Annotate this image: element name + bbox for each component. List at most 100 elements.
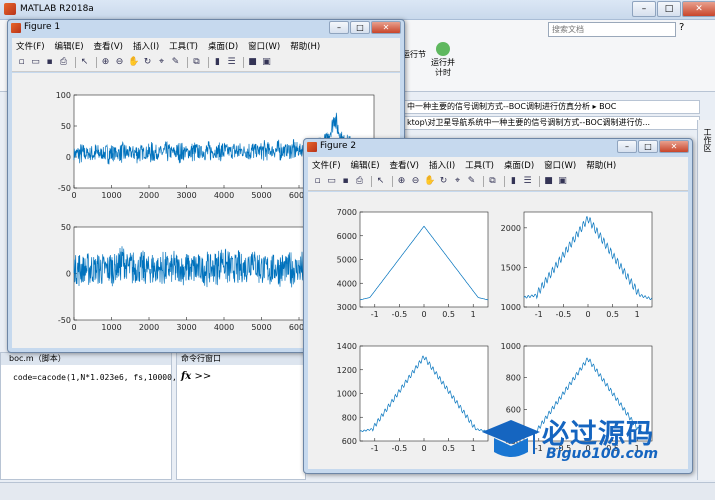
editor-code-line[interactable]: code=cacode(1,N*1.023e6, fs,10000,0); <box>1 365 191 390</box>
editor-tab[interactable]: boc.m（脚本） <box>1 353 171 365</box>
link-plot-icon[interactable]: ⧉ <box>487 176 498 187</box>
figure2-toolbar: ▫ ▭ ▪ ⎙ ↖ ⊕ ⊖ ✋ ↻ ⌖ ✎ ⧉ ▮ ☰ ■ ▣ <box>308 173 688 191</box>
colorbar-icon[interactable]: ▮ <box>212 57 223 68</box>
data-cursor-icon[interactable]: ⌖ <box>156 57 167 68</box>
run-section-label: 运行节 <box>402 50 426 59</box>
minimize-button[interactable]: – <box>632 1 656 17</box>
zoom-in-icon[interactable]: ⊕ <box>100 57 111 68</box>
menu-window[interactable]: 窗口(W) <box>544 159 576 171</box>
pointer-icon[interactable]: ↖ <box>79 57 90 68</box>
zoom-out-icon[interactable]: ⊖ <box>114 57 125 68</box>
menu-window[interactable]: 窗口(W) <box>248 40 280 52</box>
rotate-icon[interactable]: ↻ <box>438 176 449 187</box>
run-and-time-label: 运行并 计时 <box>431 58 455 77</box>
close-button[interactable]: ✕ <box>682 1 715 17</box>
save-icon[interactable]: ▪ <box>340 176 351 187</box>
command-window[interactable]: 命令行窗口 fx >> <box>176 352 306 480</box>
axes-box-5 <box>359 345 489 442</box>
x-tick-label: 2000 <box>139 191 159 200</box>
zoom-in-icon[interactable]: ⊕ <box>396 176 407 187</box>
figure2-minimize-button[interactable]: – <box>617 140 637 153</box>
figure1-close-button[interactable]: ✕ <box>371 21 401 34</box>
search-input[interactable]: 搜索文档 <box>548 22 676 37</box>
print-icon[interactable]: ⎙ <box>58 57 69 68</box>
menu-tools[interactable]: 工具(T) <box>169 40 198 52</box>
menu-help[interactable]: 帮助(H) <box>290 40 320 52</box>
x-tick-label: -0.5 <box>556 310 572 319</box>
x-tick-label: -0.5 <box>392 310 408 319</box>
pan-icon[interactable]: ✋ <box>128 57 139 68</box>
new-file-icon[interactable]: ▫ <box>16 57 27 68</box>
colorbar-icon[interactable]: ▮ <box>508 176 519 187</box>
brush-icon[interactable]: ✎ <box>170 57 181 68</box>
menu-view[interactable]: 查看(V) <box>390 159 419 171</box>
help-icon[interactable]: ? <box>679 22 684 33</box>
workspace-sidebar[interactable]: 工作区 <box>697 120 715 480</box>
watermark: 必过源码 Biguo100.com <box>480 410 695 470</box>
figure2-maximize-button[interactable]: □ <box>638 140 658 153</box>
command-prompt[interactable]: fx >> <box>177 365 305 388</box>
x-tick-label: 4000 <box>214 191 234 200</box>
toolbar-separator <box>75 57 76 68</box>
toolbar-separator <box>371 176 372 187</box>
toolbar-separator <box>96 57 97 68</box>
y-tick-label: 800 <box>506 374 521 383</box>
axes-box-4 <box>523 211 653 308</box>
menu-view[interactable]: 查看(V) <box>94 40 123 52</box>
y-tick-label: 1000 <box>337 390 357 399</box>
pointer-icon[interactable]: ↖ <box>375 176 386 187</box>
zoom-out-icon[interactable]: ⊖ <box>410 176 421 187</box>
data-cursor-icon[interactable]: ⌖ <box>452 176 463 187</box>
menu-insert[interactable]: 插入(I) <box>429 159 455 171</box>
link-plot-icon[interactable]: ⧉ <box>191 57 202 68</box>
current-folder-path[interactable]: 中一种主要的信号调制方式--BOC调制进行仿真分析 ▸ BOC <box>400 100 700 114</box>
figure2-title-bar[interactable]: Figure 2 – □ ✕ <box>304 139 692 155</box>
run-section-button[interactable]: 运行节 <box>402 50 426 60</box>
x-tick-label: -0.5 <box>392 444 408 453</box>
pan-icon[interactable]: ✋ <box>424 176 435 187</box>
x-tick-label: 3000 <box>176 191 196 200</box>
run-and-time-button[interactable]: 运行并 计时 <box>430 42 456 78</box>
hide-tools-icon[interactable]: ■ <box>543 176 554 187</box>
x-tick-label: 2000 <box>139 323 159 332</box>
menu-desktop[interactable]: 桌面(D) <box>504 159 534 171</box>
open-folder-icon[interactable]: ▭ <box>326 176 337 187</box>
rotate-icon[interactable]: ↻ <box>142 57 153 68</box>
open-folder-icon[interactable]: ▭ <box>30 57 41 68</box>
maximize-button[interactable]: □ <box>657 1 681 17</box>
toolbar-separator <box>243 57 244 68</box>
menu-help[interactable]: 帮助(H) <box>586 159 616 171</box>
menu-edit[interactable]: 编辑(E) <box>55 40 84 52</box>
workspace-label: 工作区 <box>703 128 712 152</box>
figure1-toolbar: ▫ ▭ ▪ ⎙ ↖ ⊕ ⊖ ✋ ↻ ⌖ ✎ ⧉ ▮ ☰ ■ ▣ <box>12 54 400 72</box>
editor-panel[interactable]: boc.m（脚本） code=cacode(1,N*1.023e6, fs,10… <box>0 352 191 480</box>
new-file-icon[interactable]: ▫ <box>312 176 323 187</box>
hide-tools-icon[interactable]: ■ <box>247 57 258 68</box>
menu-file[interactable]: 文件(F) <box>16 40 45 52</box>
figure1-title-bar[interactable]: Figure 1 – □ ✕ <box>8 20 404 36</box>
save-icon[interactable]: ▪ <box>44 57 55 68</box>
toolbar-separator <box>392 176 393 187</box>
menu-insert[interactable]: 插入(I) <box>133 40 159 52</box>
figure2-close-button[interactable]: ✕ <box>659 140 689 153</box>
figure-icon <box>307 142 317 152</box>
show-tools-icon[interactable]: ▣ <box>261 57 272 68</box>
legend-icon[interactable]: ☰ <box>226 57 237 68</box>
figure2-window-controls: – □ ✕ <box>616 140 689 153</box>
x-tick-label: 1 <box>471 310 476 319</box>
menu-edit[interactable]: 编辑(E) <box>351 159 380 171</box>
current-folder-address[interactable]: ktop\对卫星导航系统中一种主要的信号调制方式--BOC调制进行仿... <box>400 116 700 130</box>
brush-icon[interactable]: ✎ <box>466 176 477 187</box>
figure1-maximize-button[interactable]: □ <box>350 21 370 34</box>
menu-desktop[interactable]: 桌面(D) <box>208 40 238 52</box>
legend-icon[interactable]: ☰ <box>522 176 533 187</box>
print-icon[interactable]: ⎙ <box>354 176 365 187</box>
x-tick-label: 0 <box>71 323 76 332</box>
menu-file[interactable]: 文件(F) <box>312 159 341 171</box>
show-tools-icon[interactable]: ▣ <box>557 176 568 187</box>
y-tick-label: 1400 <box>337 342 357 351</box>
y-tick-label: -50 <box>58 184 71 193</box>
y-tick-label: 50 <box>61 122 71 131</box>
menu-tools[interactable]: 工具(T) <box>465 159 494 171</box>
figure1-minimize-button[interactable]: – <box>329 21 349 34</box>
